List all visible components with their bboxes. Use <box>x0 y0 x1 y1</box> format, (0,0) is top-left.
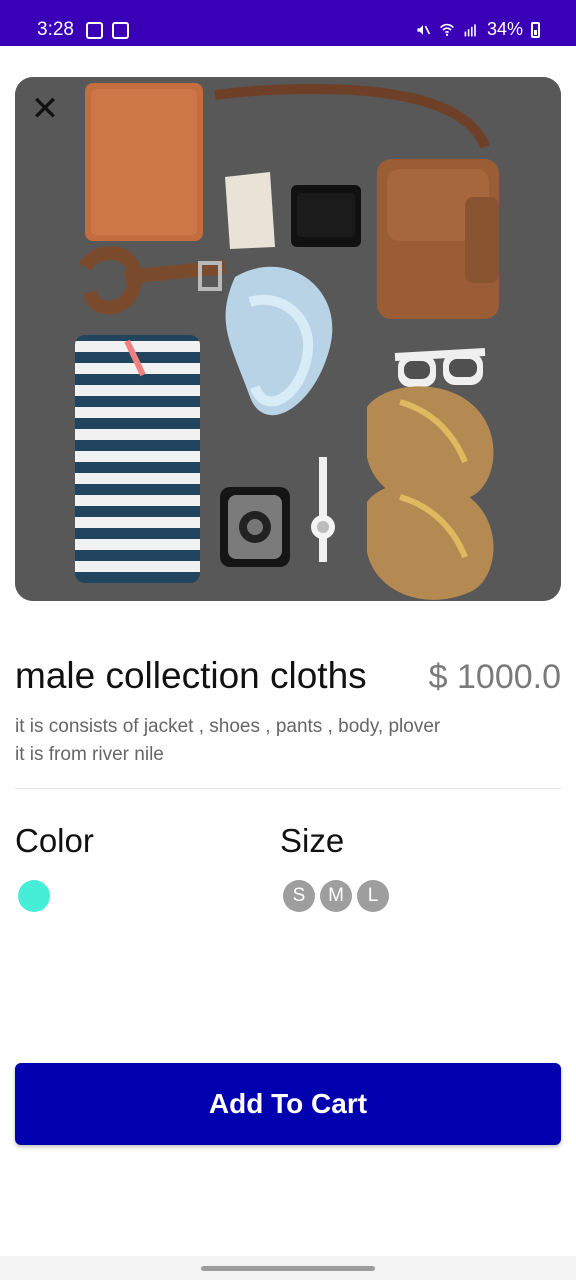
size-label: Size <box>280 822 345 859</box>
description-line: it is consists of jacket , shoes , pants… <box>15 716 441 737</box>
title-row: male collection cloths $ 1000.0 <box>15 655 561 705</box>
size-option-m[interactable]: M <box>320 880 352 912</box>
battery-icon <box>531 21 540 38</box>
wifi-icon <box>440 23 454 36</box>
product-description: it is consists of jacket , shoes , pants… <box>15 713 561 769</box>
color-label: Color <box>15 822 94 859</box>
status-right: 34% <box>415 19 540 40</box>
color-swatch[interactable] <box>18 880 50 912</box>
divider <box>15 788 561 789</box>
home-indicator[interactable] <box>201 1266 375 1271</box>
product-image <box>15 77 561 601</box>
product-price: $ 1000.0 <box>428 658 561 696</box>
notification-icon <box>86 22 103 39</box>
status-time: 3:28 <box>37 19 74 40</box>
description-line: it is from river nile <box>15 744 164 765</box>
mute-icon <box>417 24 431 35</box>
product-title: male collection cloths <box>15 655 367 696</box>
add-to-cart-button[interactable]: Add To Cart <box>15 1063 561 1145</box>
signal-icon <box>464 23 476 36</box>
size-option-l[interactable]: L <box>357 880 389 912</box>
status-bar: 3:28 34% <box>0 0 576 46</box>
size-option-s[interactable]: S <box>283 880 315 912</box>
close-icon[interactable]: ✕ <box>28 92 62 126</box>
battery-percentage: 34% <box>486 19 523 39</box>
gallery-icon <box>112 22 129 39</box>
